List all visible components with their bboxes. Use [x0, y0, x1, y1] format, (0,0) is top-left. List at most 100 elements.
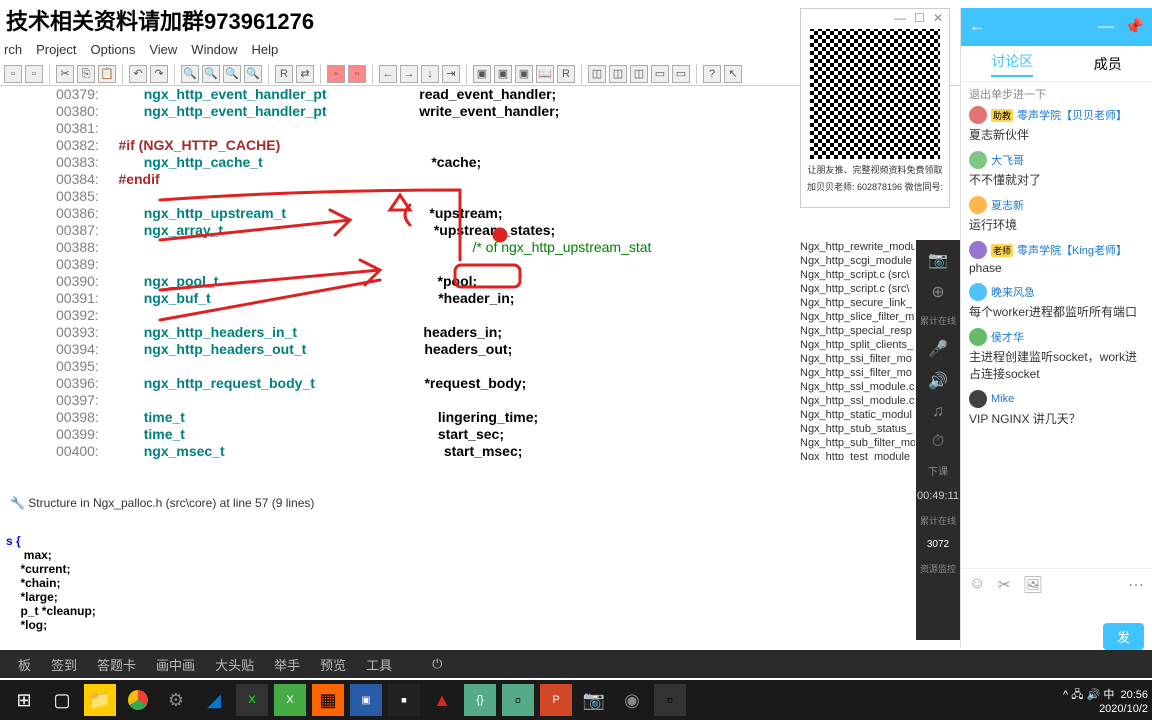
- back-icon[interactable]: ←: [969, 18, 985, 36]
- tb-nav[interactable]: ⇄: [296, 65, 314, 83]
- si-icon[interactable]: {}: [464, 684, 496, 716]
- wps-icon[interactable]: ▫: [502, 684, 534, 716]
- tb-bm2[interactable]: ▫: [348, 65, 366, 83]
- tree-item[interactable]: Ngx_http_secure_link_: [800, 296, 915, 310]
- tree-item[interactable]: Ngx_http_script.c (src\: [800, 282, 915, 296]
- explorer-icon[interactable]: 📁: [84, 684, 116, 716]
- xftp-icon[interactable]: X: [274, 684, 306, 716]
- image-icon[interactable]: 🖼: [1023, 575, 1043, 595]
- tb-cursor[interactable]: ↖: [724, 65, 742, 83]
- tb-open[interactable]: ▫: [25, 65, 43, 83]
- tb-win1[interactable]: ▣: [473, 65, 491, 83]
- tray-vol-icon[interactable]: 🔊: [1087, 689, 1101, 701]
- app1-icon[interactable]: ▦: [312, 684, 344, 716]
- tb-cut[interactable]: ✂: [56, 65, 74, 83]
- bb-工具[interactable]: 工具: [366, 655, 392, 674]
- tab-members[interactable]: 成员: [1094, 54, 1122, 74]
- tree-item[interactable]: Ngx_http_ssl_module.c: [800, 380, 915, 394]
- cam2-icon[interactable]: 📷: [578, 684, 610, 716]
- mic-icon[interactable]: 🎤: [928, 339, 948, 359]
- menu-rch[interactable]: rch: [4, 42, 22, 64]
- vol-icon[interactable]: 🔊: [928, 371, 948, 391]
- tab-discuss[interactable]: 讨论区: [991, 51, 1033, 77]
- tb-lay1[interactable]: ◫: [588, 65, 606, 83]
- app2-icon[interactable]: ▫: [654, 684, 686, 716]
- tb-redo[interactable]: ↷: [150, 65, 168, 83]
- tb-up[interactable]: ↓: [421, 65, 439, 83]
- vscode-icon[interactable]: ◢: [198, 684, 230, 716]
- menu-window[interactable]: Window: [191, 42, 237, 64]
- menu-view[interactable]: View: [149, 42, 177, 64]
- pdf-icon[interactable]: ▲: [426, 684, 458, 716]
- tree-item[interactable]: Ngx_http_sub_filter_mo: [800, 436, 915, 450]
- emoji-icon[interactable]: ☺: [969, 575, 985, 595]
- bb-板[interactable]: 板: [18, 655, 31, 674]
- tb-fwd[interactable]: →: [400, 65, 418, 83]
- send-button[interactable]: 发: [1103, 623, 1144, 650]
- vm-icon[interactable]: ▣: [350, 684, 382, 716]
- cam-icon[interactable]: 📷: [928, 250, 948, 270]
- chrome-icon[interactable]: [122, 684, 154, 716]
- tree-item[interactable]: Ngx_http_script.c (src\: [800, 268, 915, 282]
- tb-find4[interactable]: 🔍: [244, 65, 262, 83]
- tb-copy[interactable]: ⎘: [77, 65, 95, 83]
- tray-net-icon[interactable]: 🖧: [1071, 689, 1083, 701]
- tb-find2[interactable]: 🔍: [202, 65, 220, 83]
- tree-item[interactable]: Ngx_http_stub_status_: [800, 422, 915, 436]
- bb-签到[interactable]: 签到: [51, 655, 77, 674]
- tb-back[interactable]: ←: [379, 65, 397, 83]
- tb-ref2[interactable]: R: [557, 65, 575, 83]
- tb-lay2[interactable]: ◫: [609, 65, 627, 83]
- more-icon[interactable]: ⋯: [1128, 575, 1144, 595]
- tb-ref[interactable]: R: [275, 65, 293, 83]
- end-class[interactable]: 下课: [928, 463, 948, 478]
- tree-item[interactable]: Ngx_http_ssl_module.c: [800, 394, 915, 408]
- tb-help[interactable]: ?: [703, 65, 721, 83]
- tb-undo[interactable]: ↶: [129, 65, 147, 83]
- tb-new[interactable]: ▫: [4, 65, 22, 83]
- tb-bm1[interactable]: ▫: [327, 65, 345, 83]
- settings-icon[interactable]: ⚙: [160, 684, 192, 716]
- menu-options[interactable]: Options: [91, 42, 136, 64]
- start-icon[interactable]: ⊞: [8, 684, 40, 716]
- close-icon[interactable]: ✕: [933, 11, 943, 27]
- tb-jump[interactable]: ⇥: [442, 65, 460, 83]
- music-icon[interactable]: ♫: [932, 403, 944, 421]
- menu-project[interactable]: Project: [36, 42, 76, 64]
- min2-icon[interactable]: —: [1098, 18, 1114, 36]
- tb-paste[interactable]: 📋: [98, 65, 116, 83]
- tb-find3[interactable]: 🔍: [223, 65, 241, 83]
- tree-item[interactable]: Ngx_http_split_clients_: [800, 338, 915, 352]
- tb-lay5[interactable]: ▭: [672, 65, 690, 83]
- tb-find[interactable]: 🔍: [181, 65, 199, 83]
- ppt-icon[interactable]: P: [540, 684, 572, 716]
- tree-item[interactable]: Ngx_http_rewrite_modu: [800, 240, 915, 254]
- tree-item[interactable]: Ngx_http_ssi_filter_mo: [800, 352, 915, 366]
- max-icon[interactable]: ☐: [914, 11, 925, 27]
- tb-win3[interactable]: ▣: [515, 65, 533, 83]
- file-tree[interactable]: Ngx_http_rewrite_moduNgx_http_scgi_modul…: [800, 240, 915, 460]
- tree-item[interactable]: Ngx_http_slice_filter_m: [800, 310, 915, 324]
- obs-icon[interactable]: ◉: [616, 684, 648, 716]
- tb-lay4[interactable]: ▭: [651, 65, 669, 83]
- bb-画中画[interactable]: 画中画: [156, 655, 195, 674]
- add-icon[interactable]: ⊕: [931, 282, 944, 302]
- timer-icon[interactable]: ⏱: [932, 433, 944, 451]
- code-editor[interactable]: 00379: ngx_http_event_handler_pt read_ev…: [56, 86, 796, 466]
- bb-大头贴[interactable]: 大头贴: [215, 655, 254, 674]
- pin-icon[interactable]: 📌: [1124, 17, 1144, 37]
- tray-up-icon[interactable]: ^: [1063, 689, 1068, 701]
- taskview-icon[interactable]: ▢: [46, 684, 78, 716]
- system-tray[interactable]: ^ 🖧 🔊 中 20:56 2020/10/2: [1063, 688, 1148, 716]
- tree-item[interactable]: Ngx_http_test_module: [800, 450, 915, 460]
- bb-举手[interactable]: 举手: [274, 655, 300, 674]
- power-icon[interactable]: ⏻: [432, 656, 442, 672]
- ime-indicator[interactable]: 中: [1103, 689, 1114, 701]
- tree-item[interactable]: Ngx_http_static_modul: [800, 408, 915, 422]
- chat-input[interactable]: [969, 602, 1144, 617]
- tree-item[interactable]: Ngx_http_scgi_module: [800, 254, 915, 268]
- min-icon[interactable]: —: [894, 11, 906, 27]
- bb-答题卡[interactable]: 答题卡: [97, 655, 136, 674]
- menu-help[interactable]: Help: [252, 42, 279, 64]
- tree-item[interactable]: Ngx_http_special_resp: [800, 324, 915, 338]
